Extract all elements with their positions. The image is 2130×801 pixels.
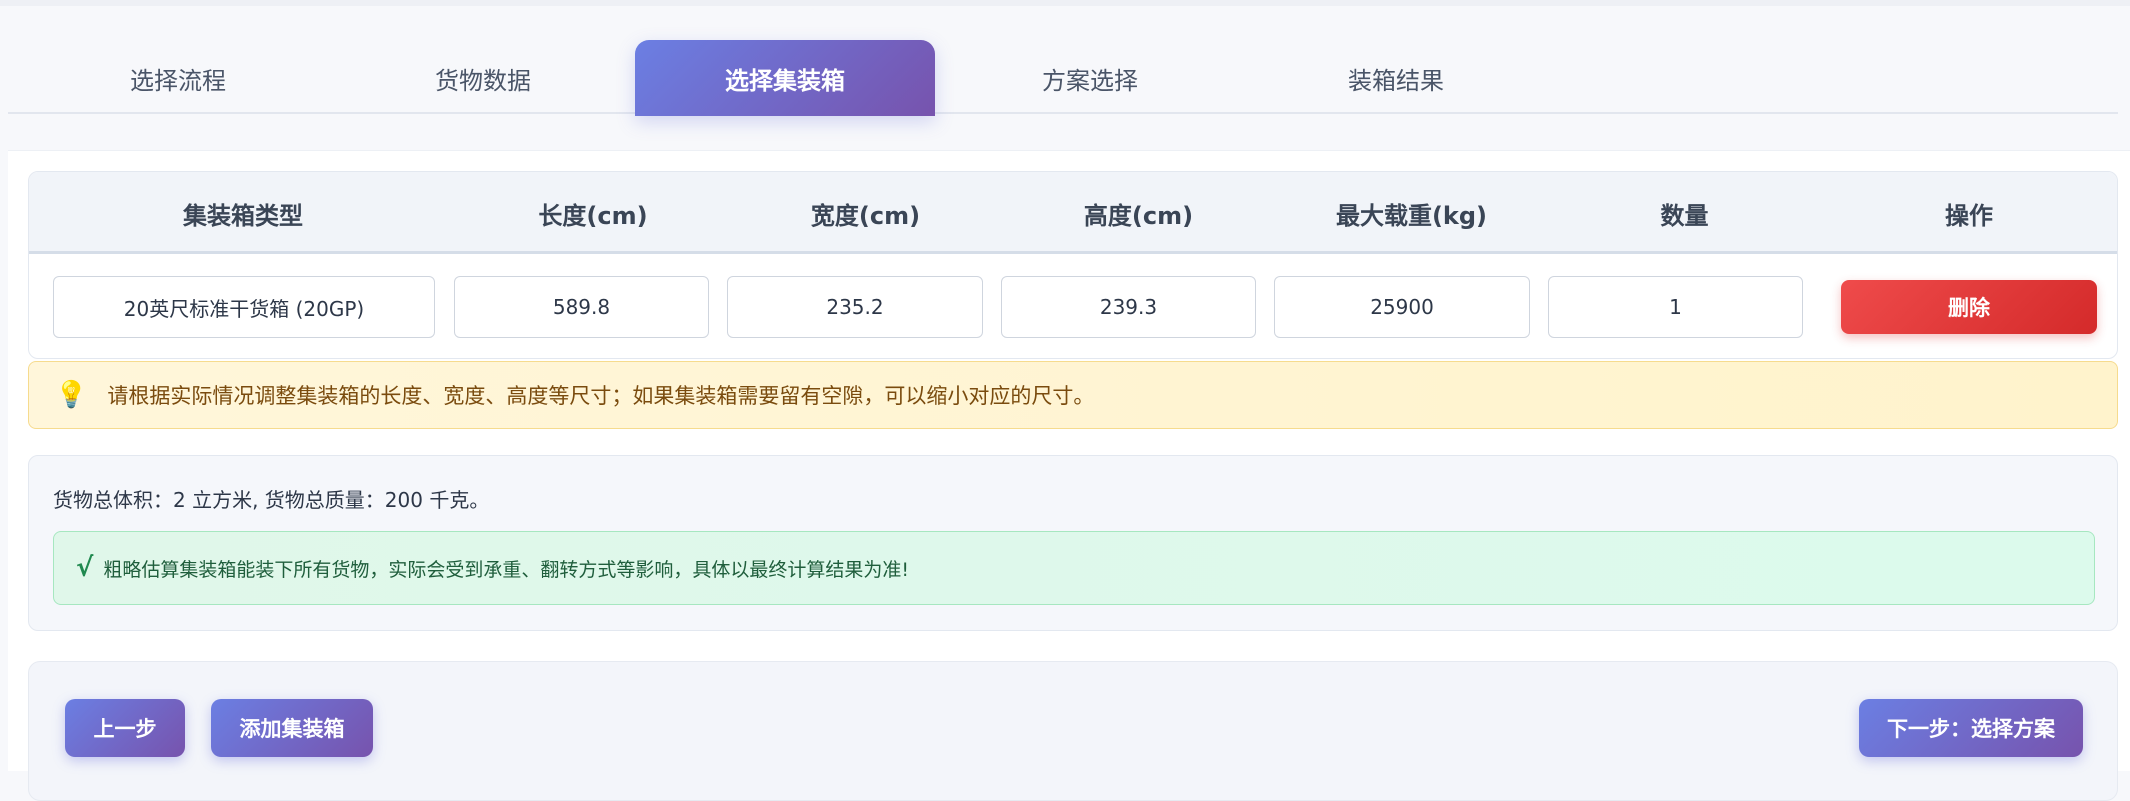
tab-plan-select[interactable]: 方案选择 [940,40,1240,116]
header-max-load: 最大载重(kg) [1335,201,1488,230]
table-header: 集装箱类型 长度(cm) 宽度(cm) 高度(cm) 最大载重(kg) 数量 操… [29,172,2117,254]
header-height: 高度(cm) [1083,201,1194,230]
tab-select-container[interactable]: 选择集装箱 [635,40,935,116]
tab-select-process[interactable]: 选择流程 [28,40,328,116]
success-message: √ 粗略估算集装箱能装下所有货物，实际会受到承重、翻转方式等影响，具体以最终计算… [53,531,2095,605]
cargo-summary: 货物总体积：2 立方米, 货物总质量：200 千克。 √ 粗略估算集装箱能装下所… [28,455,2118,631]
lightbulb-icon: 💡 [55,380,88,410]
header-action: 操作 [1945,201,1993,230]
tab-cargo-data[interactable]: 货物数据 [333,40,633,116]
header-width: 宽度(cm) [810,201,921,230]
prev-button[interactable]: 上一步 [65,699,185,757]
delete-button[interactable]: 删除 [1841,280,2097,334]
header-length: 长度(cm) [538,201,648,230]
main-panel: 集装箱类型 长度(cm) 宽度(cm) 高度(cm) 最大载重(kg) 数量 操… [8,150,2130,801]
quantity-input[interactable] [1548,276,1803,338]
container-type-input[interactable] [53,276,435,338]
header-container-type: 集装箱类型 [183,201,303,230]
tab-packing-result[interactable]: 装箱结果 [1246,40,1546,116]
step-tabs: 选择流程 货物数据 选择集装箱 方案选择 装箱结果 [8,40,2118,116]
summary-text: 货物总体积：2 立方米, 货物总质量：200 千克。 [53,488,490,512]
height-input[interactable] [1001,276,1256,338]
next-button[interactable]: 下一步：选择方案 [1859,699,2083,757]
tip-text: 请根据实际情况调整集装箱的长度、宽度、高度等尺寸；如果集装箱需要留有空隙，可以缩… [107,384,1095,408]
action-bar: 上一步 添加集装箱 下一步：选择方案 [28,661,2118,801]
width-input[interactable] [727,276,983,338]
top-strip [0,0,2130,6]
length-input[interactable] [454,276,709,338]
container-table: 集装箱类型 长度(cm) 宽度(cm) 高度(cm) 最大载重(kg) 数量 操… [28,171,2118,359]
max-load-input[interactable] [1274,276,1530,338]
success-text: 粗略估算集装箱能装下所有货物，实际会受到承重、翻转方式等影响，具体以最终计算结果… [103,558,909,581]
add-container-button[interactable]: 添加集装箱 [211,699,373,757]
header-quantity: 数量 [1660,201,1709,230]
check-icon: √ [76,553,94,583]
tip-banner: 💡 请根据实际情况调整集装箱的长度、宽度、高度等尺寸；如果集装箱需要留有空隙，可… [28,361,2118,429]
